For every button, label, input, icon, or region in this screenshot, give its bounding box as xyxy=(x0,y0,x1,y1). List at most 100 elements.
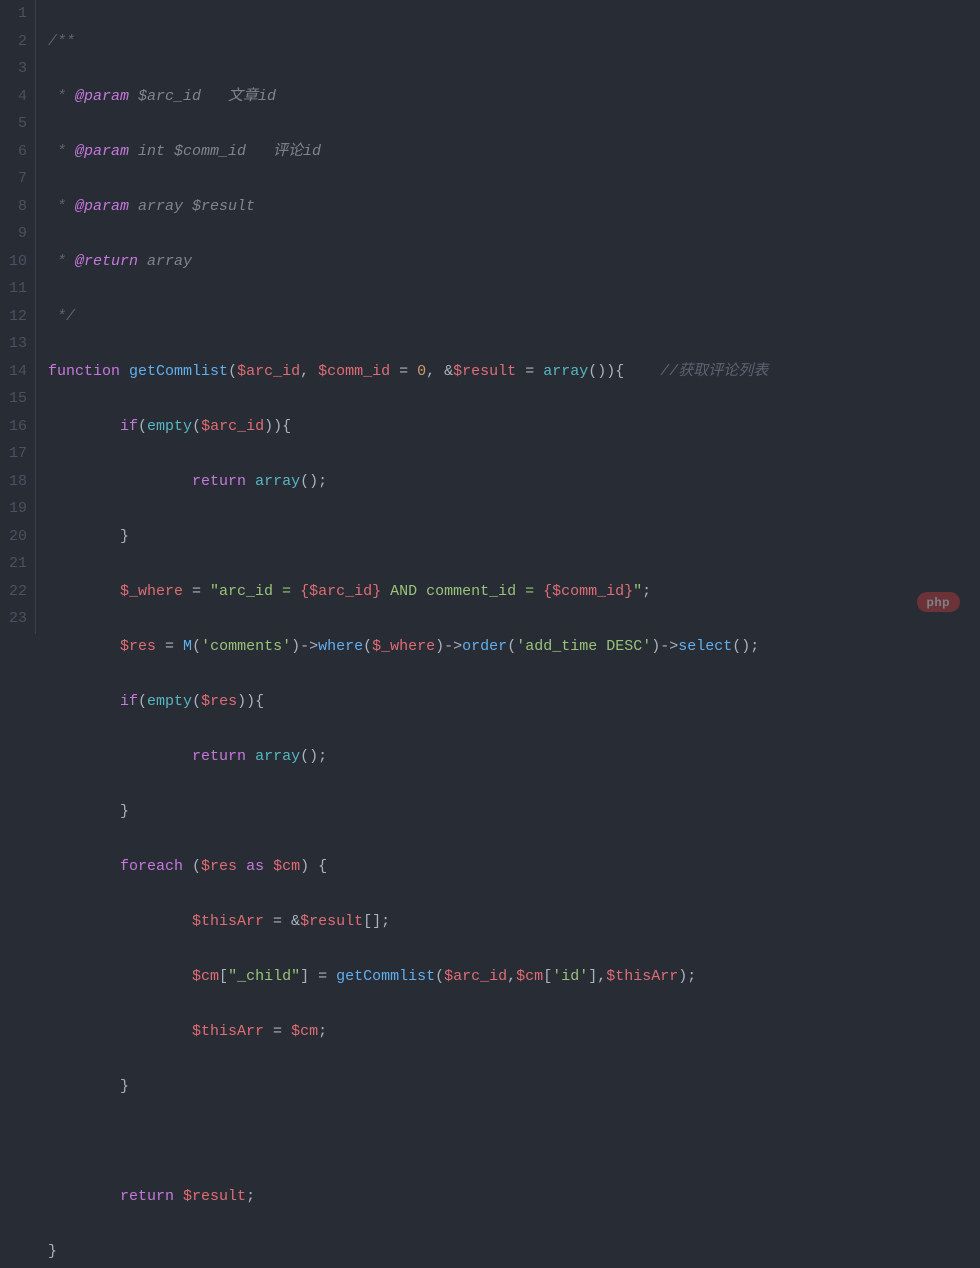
line-number: 5 xyxy=(4,110,27,138)
line-number: 12 xyxy=(4,303,27,331)
string: "arc_id = xyxy=(210,583,300,600)
line-number: 17 xyxy=(4,440,27,468)
line-number: 8 xyxy=(4,193,27,221)
variable: $_where xyxy=(372,638,435,655)
keyword-return: return xyxy=(192,748,246,765)
line-number: 11 xyxy=(4,275,27,303)
number: 0 xyxy=(417,363,426,380)
code-line: * @param array $result xyxy=(48,193,980,221)
doctag-param: @param xyxy=(75,143,129,160)
doc-desc: $arc_id 文章id xyxy=(129,88,276,105)
function-call: getCommlist xyxy=(336,968,435,985)
comment-star: * xyxy=(48,253,75,270)
variable: $result xyxy=(183,1188,246,1205)
code-line: return array(); xyxy=(48,468,980,496)
line-number: 21 xyxy=(4,550,27,578)
punctuation: (); xyxy=(300,748,327,765)
string: AND comment_id = xyxy=(381,583,543,600)
code-line: $_where = "arc_id = {$arc_id} AND commen… xyxy=(48,578,980,606)
punctuation: )){ xyxy=(264,418,291,435)
function-call: M xyxy=(183,638,192,655)
code-line: } xyxy=(48,1073,980,1101)
string: 'add_time DESC' xyxy=(516,638,651,655)
code-line: foreach ($res as $cm) { xyxy=(48,853,980,881)
builtin-array: array xyxy=(255,473,300,490)
brace-close: } xyxy=(120,803,129,820)
string: " xyxy=(633,583,642,600)
string: 'id' xyxy=(552,968,588,985)
variable: $comm_id xyxy=(318,363,390,380)
code-line: } xyxy=(48,798,980,826)
doctag-param: @param xyxy=(75,88,129,105)
punctuation: ()){ xyxy=(588,363,624,380)
variable: $cm xyxy=(273,858,300,875)
comment-inline: //获取评论列表 xyxy=(660,363,768,380)
code-line: $cm["_child"] = getCommlist($arc_id,$cm[… xyxy=(48,963,980,991)
doc-desc: array xyxy=(138,253,192,270)
method-call: order xyxy=(462,638,507,655)
code-line: */ xyxy=(48,303,980,331)
doc-desc: array $result xyxy=(129,198,255,215)
keyword-if: if xyxy=(120,693,138,710)
builtin-empty: empty xyxy=(147,418,192,435)
line-number: 20 xyxy=(4,523,27,551)
punctuation: )){ xyxy=(237,693,264,710)
builtin-array: array xyxy=(543,363,588,380)
line-number-gutter: 1 2 3 4 5 6 7 8 9 10 11 12 13 14 15 16 1… xyxy=(0,0,36,634)
brace-close: } xyxy=(48,1243,57,1260)
code-line: * @param $arc_id 文章id xyxy=(48,83,980,111)
code-line: $res = M('comments')->where($_where)->or… xyxy=(48,633,980,661)
punctuation: []; xyxy=(363,913,390,930)
variable: $arc_id xyxy=(237,363,300,380)
method-call: where xyxy=(318,638,363,655)
variable: $res xyxy=(201,858,237,875)
comment-open: /** xyxy=(48,33,75,50)
punctuation: ); xyxy=(678,968,696,985)
builtin-empty: empty xyxy=(147,693,192,710)
doctag-return: @return xyxy=(75,253,138,270)
comment-close: */ xyxy=(48,308,75,325)
line-number: 14 xyxy=(4,358,27,386)
code-line: * @return array xyxy=(48,248,980,276)
line-number: 23 xyxy=(4,605,27,633)
punctuation: ) { xyxy=(300,858,327,875)
code-line xyxy=(48,1128,980,1156)
punctuation: ; xyxy=(246,1188,255,1205)
line-number: 13 xyxy=(4,330,27,358)
keyword-return: return xyxy=(120,1188,174,1205)
code-editor: 1 2 3 4 5 6 7 8 9 10 11 12 13 14 15 16 1… xyxy=(0,0,980,634)
line-number: 6 xyxy=(4,138,27,166)
line-number: 9 xyxy=(4,220,27,248)
code-line: * @param int $comm_id 评论id xyxy=(48,138,980,166)
code-area[interactable]: /** * @param $arc_id 文章id * @param int $… xyxy=(36,0,980,634)
variable: $cm xyxy=(291,1023,318,1040)
code-line: function getCommlist($arc_id, $comm_id =… xyxy=(48,358,980,386)
string-interp: {$arc_id} xyxy=(300,583,381,600)
code-line: $thisArr = $cm; xyxy=(48,1018,980,1046)
variable: $thisArr xyxy=(606,968,678,985)
variable: $_where xyxy=(120,583,183,600)
punctuation: ; xyxy=(642,583,651,600)
variable: $res xyxy=(120,638,156,655)
string: "_child" xyxy=(228,968,300,985)
comment-star: * xyxy=(48,143,75,160)
variable: $thisArr xyxy=(192,1023,264,1040)
brace-close: } xyxy=(120,528,129,545)
line-number: 10 xyxy=(4,248,27,276)
punctuation: (); xyxy=(300,473,327,490)
line-number: 2 xyxy=(4,28,27,56)
comment-star: * xyxy=(48,88,75,105)
variable: $arc_id xyxy=(201,418,264,435)
function-name: getCommlist xyxy=(129,363,228,380)
code-line: $thisArr = &$result[]; xyxy=(48,908,980,936)
comment-star: * xyxy=(48,198,75,215)
variable: $cm xyxy=(192,968,219,985)
variable: $arc_id xyxy=(444,968,507,985)
method-call: select xyxy=(678,638,732,655)
string-interp: {$comm_id} xyxy=(543,583,633,600)
keyword-foreach: foreach xyxy=(120,858,183,875)
variable: $cm xyxy=(516,968,543,985)
line-number: 7 xyxy=(4,165,27,193)
code-line: } xyxy=(48,523,980,551)
line-number: 15 xyxy=(4,385,27,413)
